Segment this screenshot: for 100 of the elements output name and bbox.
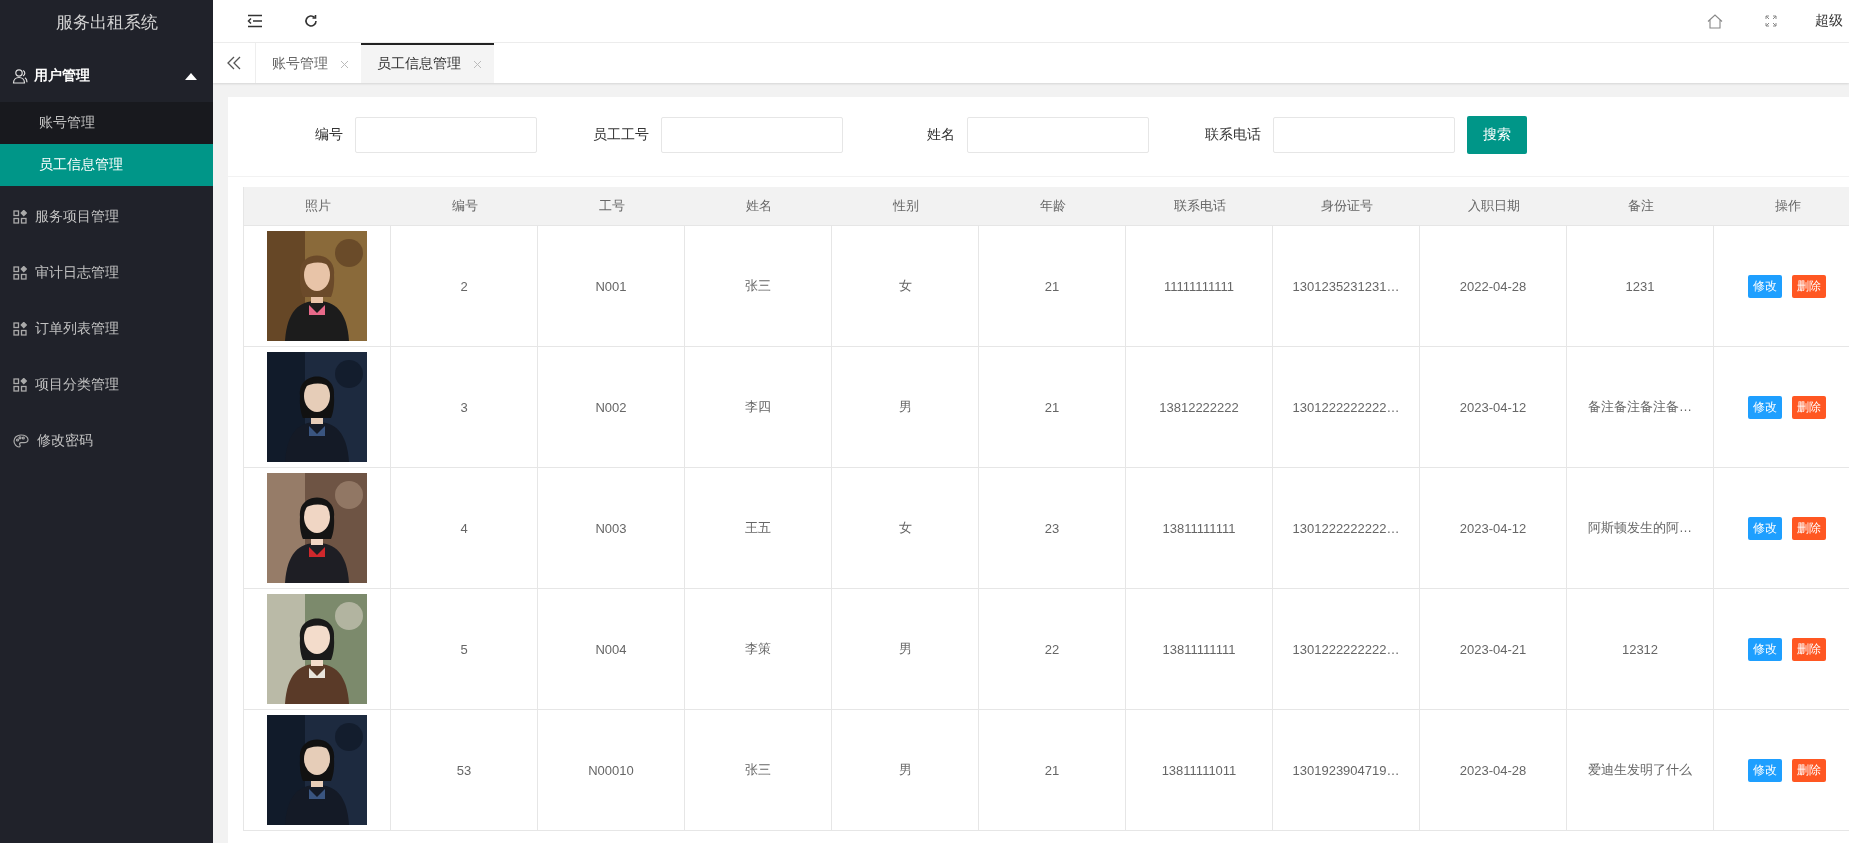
table-cell: 2022-04-28 — [1459, 278, 1527, 294]
table-cell: 23 — [1044, 520, 1060, 536]
column-header: 年龄 — [979, 187, 1127, 226]
delete-button[interactable]: 删除 — [1792, 637, 1826, 661]
table-cell: 1301222222222… — [1292, 399, 1400, 415]
table-cell: 13811111111 — [1162, 520, 1236, 536]
field-label: 编号 — [314, 126, 343, 144]
sidebar-label: 服务项目管理 — [35, 208, 119, 226]
grid-icon — [13, 266, 27, 280]
collapse-left-icon[interactable] — [227, 56, 241, 70]
refresh-icon[interactable] — [304, 14, 318, 28]
table-cell: N004 — [595, 641, 627, 657]
palette-icon — [13, 434, 29, 448]
sidebar-label: 审计日志管理 — [35, 264, 119, 282]
table-cell: 男 — [898, 640, 912, 658]
table-cell: 王五 — [745, 519, 771, 537]
table-cell: 张三 — [745, 277, 771, 295]
input-field[interactable] — [967, 117, 1149, 153]
table-cell: 2 — [460, 278, 468, 294]
sidebar-label: 项目分类管理 — [35, 376, 119, 394]
column-header: 入职日期 — [1420, 187, 1568, 226]
grid-icon — [13, 322, 27, 336]
table-cell: 22 — [1044, 641, 1060, 657]
field-label: 联系电话 — [1204, 126, 1261, 144]
delete-button[interactable]: 删除 — [1792, 516, 1826, 540]
close-icon[interactable] — [340, 59, 349, 69]
table-cell: 1301235231231… — [1292, 278, 1400, 294]
menu-fold-icon[interactable] — [247, 14, 263, 28]
edit-button[interactable]: 修改 — [1748, 395, 1782, 419]
table-cell: 13811111111 — [1162, 641, 1236, 657]
column-header: 编号 — [391, 187, 539, 226]
app-title: 服务出租系统 — [54, 11, 159, 34]
grid-icon — [13, 210, 27, 224]
table-cell: 5 — [460, 641, 468, 657]
user-icon — [12, 68, 28, 84]
sidebar-item[interactable]: 账号管理 — [0, 102, 213, 144]
column-header: 联系电话 — [1126, 187, 1274, 226]
table-cell: 1301222222222… — [1292, 520, 1400, 536]
table-cell: 2023-04-12 — [1459, 520, 1527, 536]
grid-icon — [13, 378, 27, 392]
search-button[interactable]: 搜索 — [1467, 116, 1527, 154]
table-cell: 13812222222 — [1159, 399, 1239, 415]
edit-button[interactable]: 修改 — [1748, 637, 1782, 661]
sidebar-item[interactable]: 审计日志管理 — [0, 245, 213, 301]
table-cell: 2023-04-21 — [1459, 641, 1527, 657]
column-header: 姓名 — [685, 187, 833, 226]
column-header: 身份证号 — [1273, 187, 1421, 226]
table-cell: N00010 — [588, 762, 634, 778]
column-header: 性别 — [832, 187, 980, 226]
table-cell: 男 — [898, 761, 912, 779]
table-cell: 李四 — [745, 398, 771, 416]
table-cell: 阿斯顿发生的阿… — [1588, 519, 1692, 537]
table-cell: 21 — [1044, 399, 1060, 415]
table-cell: 21 — [1044, 278, 1060, 294]
sidebar-item[interactable]: 项目分类管理 — [0, 357, 213, 413]
table-cell: 53 — [456, 762, 472, 778]
edit-button[interactable]: 修改 — [1748, 758, 1782, 782]
input-field[interactable] — [1273, 117, 1455, 153]
table-cell: 男 — [898, 398, 912, 416]
delete-button[interactable]: 删除 — [1792, 274, 1826, 298]
edit-button[interactable]: 修改 — [1748, 516, 1782, 540]
tab[interactable]: 员工信息管理 — [361, 43, 494, 83]
table-cell: 1301923904719… — [1292, 762, 1400, 778]
column-header: 备注 — [1567, 187, 1715, 226]
input-field[interactable] — [355, 117, 537, 153]
table-cell: 12312 — [1621, 641, 1659, 657]
fullscreen-icon[interactable] — [1765, 15, 1777, 27]
table-cell: 2023-04-12 — [1459, 399, 1527, 415]
table-cell: 张三 — [745, 761, 771, 779]
home-icon[interactable] — [1707, 13, 1723, 29]
table-cell: 21 — [1044, 762, 1060, 778]
table-cell: 2023-04-28 — [1459, 762, 1527, 778]
field-label: 员工工号 — [592, 126, 649, 144]
table-cell: 1301222222222… — [1292, 641, 1400, 657]
table-cell: 备注备注备注备… — [1588, 398, 1692, 416]
table-cell: 李策 — [745, 640, 771, 658]
sidebar-item[interactable]: 服务项目管理 — [0, 189, 213, 245]
sidebar-item[interactable]: 修改密码 — [0, 413, 213, 469]
column-header: 工号 — [538, 187, 686, 226]
sidebar-item[interactable]: 订单列表管理 — [0, 301, 213, 357]
table-cell: 13811111011 — [1161, 762, 1237, 778]
column-header: 照片 — [244, 187, 392, 226]
edit-button[interactable]: 修改 — [1748, 274, 1782, 298]
table-cell: 女 — [898, 277, 912, 295]
table-cell: N003 — [595, 520, 627, 536]
table-cell: 4 — [460, 520, 468, 536]
tab[interactable]: 账号管理 — [256, 43, 361, 83]
table-cell: N002 — [595, 399, 627, 415]
sidebar-label: 订单列表管理 — [35, 320, 119, 338]
input-field[interactable] — [661, 117, 843, 153]
user-name[interactable]: 超级 — [1799, 12, 1849, 30]
delete-button[interactable]: 删除 — [1792, 758, 1826, 782]
close-icon[interactable] — [473, 59, 482, 69]
table-cell: 3 — [460, 399, 468, 415]
table-cell: 爱迪生发明了什么 — [1588, 761, 1692, 779]
delete-button[interactable]: 删除 — [1792, 395, 1826, 419]
sidebar-group[interactable]: 用户管理 — [0, 50, 213, 102]
sidebar-label: 修改密码 — [37, 432, 93, 450]
sidebar-item[interactable]: 员工信息管理 — [0, 144, 213, 186]
column-header: 操作 — [1714, 187, 1849, 226]
